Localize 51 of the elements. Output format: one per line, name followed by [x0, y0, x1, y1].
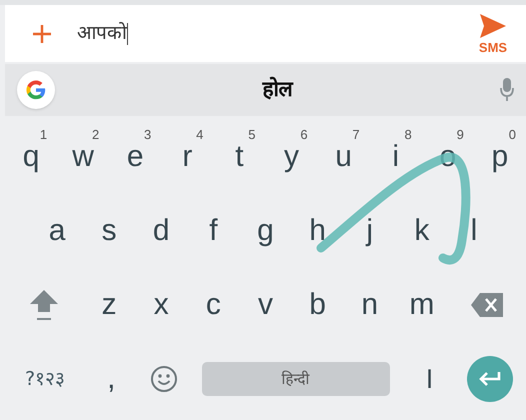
send-icon: [480, 14, 506, 38]
key[interactable]: z: [83, 268, 136, 342]
key[interactable]: r 4: [161, 120, 214, 194]
key-hint: 5: [248, 128, 256, 141]
key[interactable]: k: [396, 194, 448, 268]
key[interactable]: p 0: [474, 120, 526, 194]
key[interactable]: y 6: [265, 120, 318, 194]
message-field[interactable]: आपको: [77, 19, 468, 48]
key[interactable]: e 3: [109, 120, 162, 194]
key-hint: 6: [300, 128, 308, 141]
key[interactable]: i 8: [370, 120, 422, 194]
google-button[interactable]: [17, 71, 55, 109]
key[interactable]: w 2: [57, 120, 110, 194]
key[interactable]: b: [292, 268, 344, 342]
key[interactable]: u 7: [318, 120, 370, 194]
key[interactable]: m: [396, 268, 448, 342]
backspace-icon: [470, 293, 503, 317]
key[interactable]: h: [292, 194, 344, 268]
smiley-icon: [150, 365, 178, 393]
key[interactable]: f: [187, 194, 240, 268]
key-hint: 2: [92, 128, 100, 141]
key-hint: 8: [404, 128, 412, 141]
google-logo-icon: [25, 79, 47, 101]
key[interactable]: ।: [402, 342, 454, 416]
suggestion[interactable]: होल: [262, 74, 292, 106]
key[interactable]: x: [135, 268, 188, 342]
key-hint: 3: [144, 128, 152, 141]
key[interactable]: ,: [85, 342, 138, 416]
microphone-icon[interactable]: [500, 78, 514, 102]
key[interactable]: l: [448, 194, 500, 268]
key[interactable]: a: [31, 194, 84, 268]
plus-icon[interactable]: [33, 24, 51, 42]
key-hint: 7: [352, 128, 360, 141]
key[interactable]: q 1: [5, 120, 58, 194]
shift-icon: [29, 288, 59, 322]
key-hint: 4: [196, 128, 204, 141]
key[interactable]: v: [239, 268, 292, 342]
space-bar[interactable]: हिन्दी: [202, 362, 390, 396]
symbols-key[interactable]: ?१२३: [5, 342, 85, 416]
return-icon: [478, 370, 502, 388]
key[interactable]: c: [187, 268, 240, 342]
key[interactable]: s: [83, 194, 136, 268]
key[interactable]: j: [344, 194, 396, 268]
enter-button[interactable]: [467, 356, 513, 402]
key-hint: 9: [456, 128, 464, 141]
key[interactable]: t 5: [213, 120, 266, 194]
key-hint: 0: [508, 128, 516, 141]
key-hint: 1: [40, 128, 48, 141]
key[interactable]: d: [135, 194, 188, 268]
key[interactable]: g: [239, 194, 292, 268]
key[interactable]: n: [344, 268, 396, 342]
